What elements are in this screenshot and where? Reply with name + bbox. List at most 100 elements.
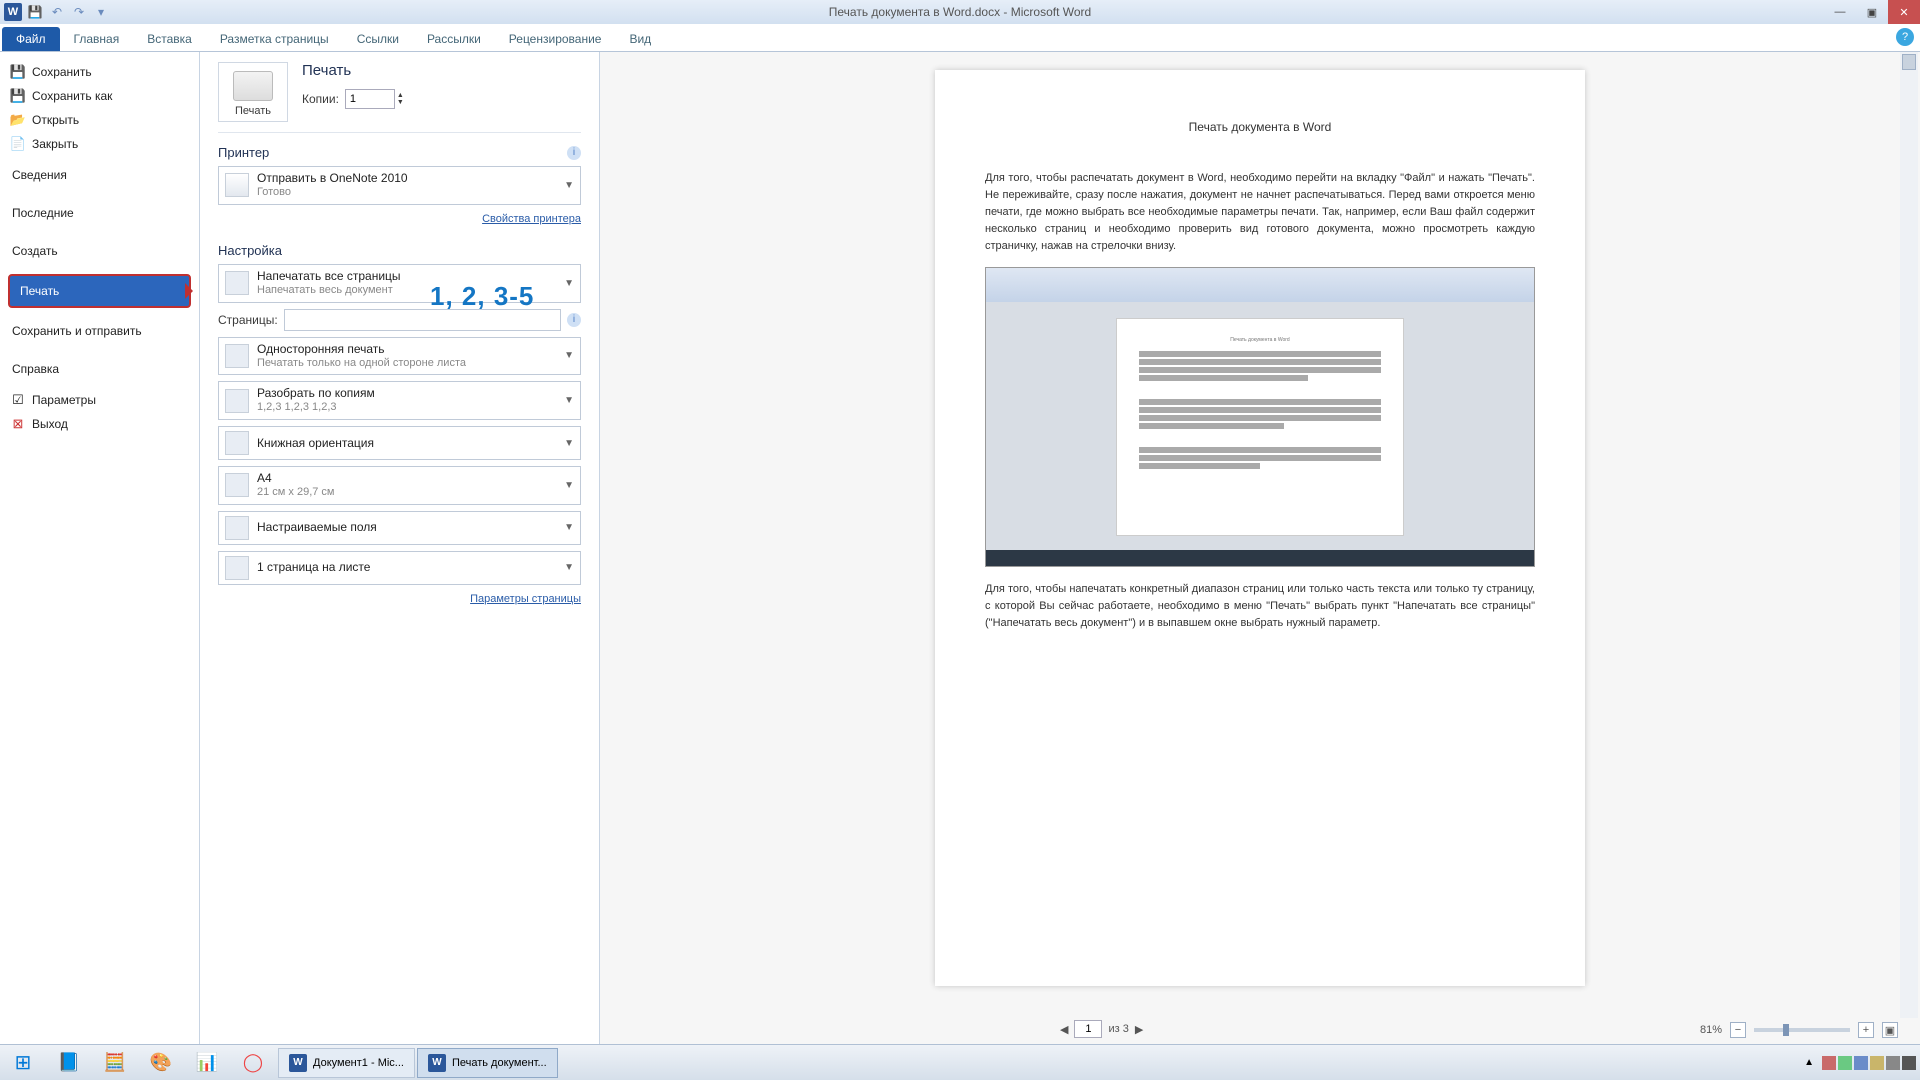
zoom-in-button[interactable]: +	[1858, 1022, 1874, 1038]
print-side-dropdown[interactable]: Односторонняя печать Печатать только на …	[218, 337, 581, 376]
menu-save-as[interactable]: 💾Сохранить как	[0, 84, 199, 108]
printer-dropdown[interactable]: Отправить в OneNote 2010 Готово ▼	[218, 166, 581, 205]
chevron-down-icon: ▼	[564, 350, 574, 361]
collate-dropdown[interactable]: Разобрать по копиям 1,2,3 1,2,3 1,2,3 ▼	[218, 381, 581, 420]
maximize-button[interactable]: ▣	[1856, 0, 1888, 24]
zoom-thumb[interactable]	[1783, 1024, 1789, 1036]
menu-recent[interactable]: Последние	[0, 194, 199, 232]
ppp-icon	[225, 556, 249, 580]
tray-tile[interactable]	[1870, 1056, 1884, 1070]
next-page-icon[interactable]: ▶	[1135, 1023, 1143, 1036]
prev-page-icon[interactable]: ◀	[1060, 1023, 1068, 1036]
tab-view[interactable]: Вид	[615, 27, 665, 51]
taskbar-opera-icon[interactable]: ◯	[230, 1045, 276, 1081]
preview-scrollbar[interactable]	[1900, 52, 1918, 1018]
window-controls: — ▣ ✕	[1824, 0, 1920, 24]
save-as-icon: 💾	[10, 88, 26, 104]
tab-references[interactable]: Ссылки	[343, 27, 413, 51]
side-title: Односторонняя печать	[257, 342, 556, 357]
info-icon[interactable]: i	[567, 313, 581, 327]
menu-open[interactable]: 📂Открыть	[0, 108, 199, 132]
collate-icon	[225, 389, 249, 413]
tab-home[interactable]: Главная	[60, 27, 134, 51]
menu-options[interactable]: ☑Параметры	[0, 388, 199, 412]
close-button[interactable]: ✕	[1888, 0, 1920, 24]
print-button[interactable]: Печать	[218, 62, 288, 122]
doc-paragraph: Для того, чтобы распечатать документ в W…	[985, 170, 1535, 255]
tray-tile[interactable]	[1822, 1056, 1836, 1070]
page-total: из 3	[1108, 1023, 1128, 1035]
orientation-icon	[225, 431, 249, 455]
help-icon[interactable]: ?	[1896, 28, 1914, 46]
margins-dropdown[interactable]: Настраиваемые поля ▼	[218, 511, 581, 545]
main-area: 💾Сохранить 💾Сохранить как 📂Открыть 📄Закр…	[0, 52, 1920, 1044]
copies-label: Копии:	[302, 92, 339, 106]
save-icon[interactable]: 💾	[26, 3, 44, 21]
menu-save[interactable]: 💾Сохранить	[0, 60, 199, 84]
taskbar-explorer-icon[interactable]: 📘	[46, 1045, 92, 1081]
tray-tile[interactable]	[1902, 1056, 1916, 1070]
info-icon[interactable]: i	[567, 146, 581, 160]
taskbar-calc-icon[interactable]: 🧮	[92, 1045, 138, 1081]
margins-icon	[225, 516, 249, 540]
taskbar: ⊞ 📘 🧮 🎨 📊 ◯ WДокумент1 - Mic... W Печать …	[0, 1044, 1920, 1080]
zoom-out-button[interactable]: −	[1730, 1022, 1746, 1038]
current-page-input[interactable]	[1074, 1020, 1102, 1038]
copies-input[interactable]	[345, 89, 395, 109]
printer-properties-link[interactable]: Свойства принтера	[218, 211, 581, 231]
orientation-title: Книжная ориентация	[257, 436, 556, 451]
menu-info[interactable]: Сведения	[0, 156, 199, 194]
menu-label: Сохранить	[32, 65, 92, 79]
menu-share[interactable]: Сохранить и отправить	[0, 312, 199, 350]
menu-help[interactable]: Справка	[0, 350, 199, 388]
scroll-thumb[interactable]	[1902, 54, 1916, 70]
undo-icon[interactable]: ↶	[48, 3, 66, 21]
menu-print[interactable]: Печать	[8, 274, 191, 308]
word-icon: W	[289, 1054, 307, 1072]
tab-review[interactable]: Рецензирование	[495, 27, 616, 51]
tab-insert[interactable]: Вставка	[133, 27, 206, 51]
tray-tile[interactable]	[1886, 1056, 1900, 1070]
menu-close[interactable]: 📄Закрыть	[0, 132, 199, 156]
taskbar-paint-icon[interactable]: 🎨	[138, 1045, 184, 1081]
menu-label: Параметры	[32, 393, 96, 407]
minimize-button[interactable]: —	[1824, 0, 1856, 24]
pages-input[interactable]	[284, 309, 561, 331]
tray-tile[interactable]	[1838, 1056, 1852, 1070]
menu-new[interactable]: Создать	[0, 232, 199, 270]
task-label: Печать документ...	[452, 1057, 547, 1069]
word-icon: W	[428, 1054, 446, 1072]
copies-up-icon[interactable]: ▲	[397, 92, 404, 99]
redo-icon[interactable]: ↷	[70, 3, 88, 21]
taskbar-task[interactable]: W Печать документ...	[417, 1048, 558, 1078]
window-title: Печать документа в Word.docx - Microsoft…	[829, 5, 1091, 19]
print-range-dropdown[interactable]: Напечатать все страницы Напечатать весь …	[218, 264, 581, 303]
copies-down-icon[interactable]: ▼	[397, 99, 404, 106]
taskbar-notes-icon[interactable]: 📊	[184, 1045, 230, 1081]
tray-chevron-icon[interactable]: ▲	[1798, 1057, 1820, 1068]
word-icon: W	[4, 3, 22, 21]
orientation-dropdown[interactable]: Книжная ориентация ▼	[218, 426, 581, 460]
zoom-fit-button[interactable]: ▣	[1882, 1022, 1898, 1038]
tab-page-layout[interactable]: Разметка страницы	[206, 27, 343, 51]
range-title: Напечатать все страницы	[257, 269, 556, 284]
paper-size-dropdown[interactable]: A4 21 см x 29,7 см ▼	[218, 466, 581, 505]
taskbar-task[interactable]: WДокумент1 - Mic...	[278, 1048, 415, 1078]
size-sub: 21 см x 29,7 см	[257, 486, 556, 500]
start-button[interactable]: ⊞	[0, 1045, 46, 1081]
qat-dropdown-icon[interactable]: ▾	[92, 3, 110, 21]
one-side-icon	[225, 344, 249, 368]
paper-size-icon	[225, 473, 249, 497]
zoom-slider[interactable]	[1754, 1028, 1850, 1032]
menu-label: Выход	[32, 417, 68, 431]
page-setup-link[interactable]: Параметры страницы	[218, 591, 581, 611]
pages-per-sheet-dropdown[interactable]: 1 страница на листе ▼	[218, 551, 581, 585]
tab-mailings[interactable]: Рассылки	[413, 27, 495, 51]
tray-tile[interactable]	[1854, 1056, 1868, 1070]
page-navigator: ◀ из 3 ▶	[1060, 1020, 1143, 1038]
title-bar: W 💾 ↶ ↷ ▾ Печать документа в Word.docx -…	[0, 0, 1920, 24]
tab-file[interactable]: Файл	[2, 27, 60, 51]
doc-image: Печать документа в Word	[985, 267, 1535, 567]
printer-dev-icon	[225, 173, 249, 197]
menu-exit[interactable]: ⊠Выход	[0, 412, 199, 436]
